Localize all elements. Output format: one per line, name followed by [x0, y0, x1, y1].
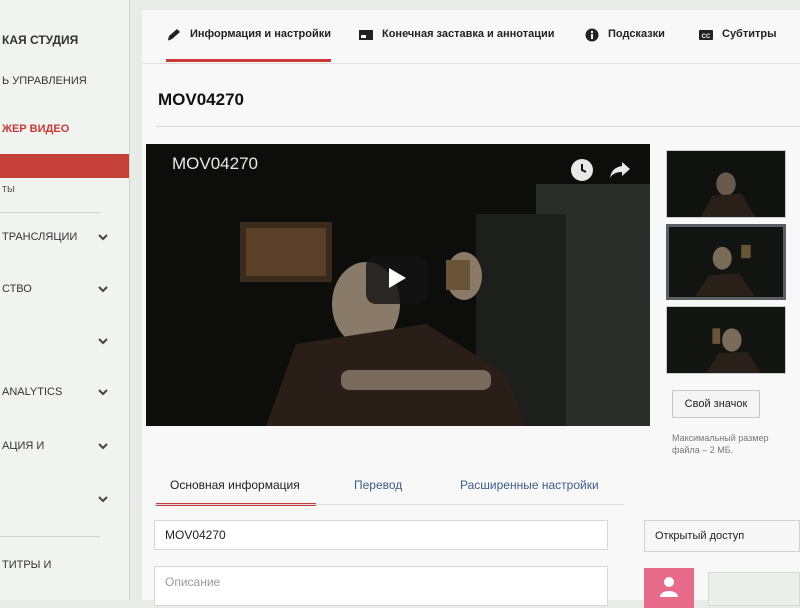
chevron-down-icon — [96, 334, 110, 348]
svg-text:CC: CC — [702, 34, 711, 40]
cc-icon: CC — [698, 28, 714, 45]
sidebar-item-label: АЦИЯ И — [2, 439, 45, 452]
sidebar-item-translations[interactable]: АЦИЯ И — [0, 426, 129, 466]
thumbnail-option-3[interactable] — [666, 306, 786, 374]
avatar — [644, 568, 694, 608]
thumbnail-image — [667, 151, 785, 217]
sidebar-item-label: ТРАНСЛЯЦИИ — [2, 231, 78, 243]
thumbnail-image — [667, 307, 785, 373]
chevron-down-icon — [96, 385, 110, 399]
visibility-select[interactable]: Открытый доступ — [644, 520, 800, 552]
sidebar-item-label: КАЯ СТУДИЯ — [2, 33, 79, 47]
subtabs-divider — [154, 504, 624, 505]
sidebar-item-dashboard[interactable]: Ь УПРАВЛЕНИЯ — [0, 66, 129, 96]
description-field[interactable]: Описание — [154, 566, 608, 606]
sidebar-item-channel[interactable] — [0, 326, 129, 356]
sidebar-item-label: ТИТРЫ И — [2, 559, 52, 571]
tab-label: Субтитры — [722, 28, 777, 40]
title-divider — [156, 126, 800, 127]
info-icon — [584, 28, 600, 45]
sidebar-item-create[interactable] — [0, 484, 129, 514]
sidebar-divider — [0, 536, 100, 537]
tab-label: Информация и настройки — [190, 28, 331, 40]
thumbnail-option-1[interactable] — [666, 150, 786, 218]
play-button[interactable] — [366, 256, 428, 304]
chevron-down-icon — [96, 282, 110, 296]
sidebar-item-label: ANALYTICS — [2, 386, 63, 398]
tab-label: Конечная заставка и аннотации — [382, 28, 555, 40]
sidebar-item-label: ты — [2, 183, 15, 195]
sidebar-item-video-manager[interactable]: ЖЕР ВИДЕО — [0, 114, 129, 144]
thumbnail-size-note: Максимальный размер файла – 2 МБ. — [672, 433, 769, 455]
chevron-down-icon — [96, 492, 110, 506]
share-settings-button[interactable] — [708, 572, 800, 606]
sidebar-divider — [0, 212, 100, 213]
sidebar-item-subtitles[interactable]: ТИТРЫ И — [0, 550, 129, 580]
subtab-advanced-settings[interactable]: Расширенные настройки — [460, 478, 599, 506]
tab-cards[interactable]: Подсказки — [584, 28, 665, 62]
sidebar-item-label: Ь УПРАВЛЕНИЯ — [2, 75, 87, 87]
sidebar-item-label: СТВО — [2, 283, 32, 295]
thumbnail-option-2-selected[interactable] — [666, 224, 786, 300]
chevron-down-icon — [96, 230, 110, 244]
pencil-icon — [166, 28, 182, 45]
play-icon — [386, 266, 408, 295]
subtab-basic-info[interactable]: Основная информация — [156, 478, 316, 506]
clock-icon[interactable] — [570, 158, 594, 182]
chevron-down-icon — [96, 439, 110, 453]
person-icon — [658, 575, 680, 602]
sidebar-item-analytics[interactable]: ANALYTICS — [0, 377, 129, 407]
thumbnail-image — [669, 227, 783, 297]
main-content: Информация и настройки Конечная заставка… — [142, 10, 800, 608]
subtab-translation[interactable]: Перевод — [354, 478, 402, 506]
sidebar: КАЯ СТУДИЯ Ь УПРАВЛЕНИЯ ЖЕР ВИДЕО ты ТРА… — [0, 0, 130, 600]
share-icon[interactable] — [608, 158, 632, 182]
sidebar-item-community[interactable]: СТВО — [0, 274, 129, 304]
title-field[interactable]: MOV04270 — [154, 520, 608, 550]
sidebar-item-live[interactable]: ТРАНСЛЯЦИИ — [0, 222, 129, 252]
player-title: MOV04270 — [172, 154, 258, 173]
tab-label: Подсказки — [608, 28, 665, 40]
end-screen-icon — [358, 28, 374, 45]
tab-info-settings[interactable]: Информация и настройки — [166, 28, 331, 62]
editor-tabs: Информация и настройки Конечная заставка… — [142, 10, 800, 64]
info-subtabs: Основная информация Перевод Расширенные … — [142, 472, 612, 506]
custom-thumbnail-button[interactable]: Свой значок — [672, 390, 760, 418]
tab-end-screen[interactable]: Конечная заставка и аннотации — [358, 28, 555, 62]
video-player[interactable]: MOV04270 — [146, 144, 650, 426]
tab-subtitles[interactable]: CC Субтитры — [698, 28, 777, 62]
sidebar-item-label: ЖЕР ВИДЕО — [2, 123, 70, 135]
sidebar-item-studio[interactable]: КАЯ СТУДИЯ — [0, 25, 129, 55]
page-title: MOV04270 — [158, 90, 244, 109]
sidebar-item-playlists[interactable]: ты — [0, 174, 129, 204]
